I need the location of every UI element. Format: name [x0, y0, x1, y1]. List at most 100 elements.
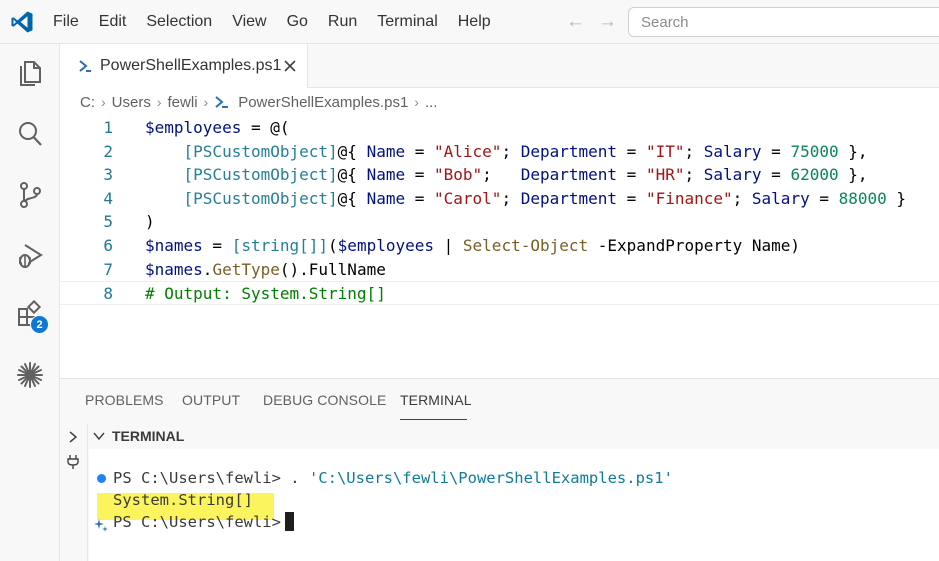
code-token: . [202, 259, 213, 279]
chevron-right-icon: › [414, 94, 419, 110]
command-center-search[interactable]: Search [628, 7, 939, 37]
code-token: @{ [337, 188, 367, 208]
tab-output[interactable]: OUTPUT [182, 392, 240, 408]
terminal-prompt: PS C:\Users\fewli> [113, 513, 281, 531]
menu-file[interactable]: File [43, 0, 89, 44]
code-token: }, [838, 141, 868, 161]
plug-icon[interactable] [66, 454, 80, 470]
terminal-line: PS C:\Users\fewli> [113, 511, 294, 533]
code-token: ; [684, 165, 704, 185]
code-line[interactable]: 6 $names = [string[]]($employees | Select… [60, 234, 939, 258]
copilot-icon[interactable] [15, 360, 45, 390]
breadcrumb: C: › Users › fewli › PowerShellExamples.… [80, 88, 437, 116]
code-text: [PSCustomObject]@{ Name = "Alice"; Depar… [145, 140, 868, 164]
terminal-output-text: System.String[] [113, 491, 253, 509]
code-token: = [405, 141, 434, 161]
chevron-right-icon[interactable] [66, 430, 80, 444]
command-decoration-dot-icon[interactable] [97, 474, 106, 483]
menu-go[interactable]: Go [277, 0, 318, 44]
code-token: ().FullName [279, 259, 386, 279]
terminal-output[interactable]: PS C:\Users\fewli> . 'C:\Users\fewli\Pow… [89, 449, 939, 561]
menu-run[interactable]: Run [318, 0, 367, 44]
breadcrumb-drive[interactable]: C: [80, 94, 95, 111]
code-line[interactable]: 5) [60, 210, 939, 234]
code-token: = [761, 165, 791, 185]
code-token: = [617, 141, 646, 161]
tab-label: PowerShellExamples.ps1 [100, 57, 282, 74]
code-line[interactable]: 7 $names.GetType().FullName [60, 258, 939, 282]
code-token: [string[]] [231, 236, 329, 255]
tab-problems[interactable]: PROBLEMS [85, 392, 164, 408]
back-arrow-icon[interactable]: ← [566, 12, 585, 32]
tab-debug-console[interactable]: DEBUG CONSOLE [263, 392, 386, 408]
search-icon[interactable] [15, 119, 45, 149]
code-token: = @( [241, 118, 290, 137]
code-token: = [761, 141, 791, 161]
code-token: Salary [703, 141, 762, 161]
menu-bar: File Edit Selection View Go Run Terminal… [43, 0, 501, 44]
code-text: $employees = @( [145, 116, 290, 140]
breadcrumb-fewli[interactable]: fewli [168, 94, 198, 111]
close-icon[interactable] [282, 58, 298, 74]
chevron-right-icon: › [156, 94, 162, 110]
code-token: Department [520, 141, 618, 161]
code-token: Name [366, 141, 406, 161]
code-token: 62000 [790, 165, 839, 185]
explorer-icon[interactable] [15, 58, 45, 88]
code-token: Name [366, 165, 406, 185]
menu-terminal[interactable]: Terminal [367, 0, 447, 44]
code-token: ( [328, 236, 338, 255]
terminal-section-header[interactable]: TERMINAL [92, 426, 184, 446]
code-line[interactable]: 3 [PSCustomObject]@{ Name = "Bob"; Depar… [60, 163, 939, 187]
line-number: 5 [103, 212, 113, 232]
code-line[interactable]: 4 [PSCustomObject]@{ Name = "Carol"; Dep… [60, 187, 939, 211]
code-token: Salary [703, 165, 762, 185]
sparkle-icon[interactable] [94, 518, 108, 532]
code-line[interactable]: 2 [PSCustomObject]@{ Name = "Alice"; Dep… [60, 140, 939, 164]
powershell-file-icon [79, 60, 91, 72]
code-token: [PSCustomObject] [183, 165, 338, 185]
forward-arrow-icon[interactable]: → [598, 12, 617, 32]
code-token: ; [482, 165, 521, 185]
code-token: "Carol" [434, 188, 502, 208]
tab-powershellexamples[interactable]: PowerShellExamples.ps1 [60, 44, 308, 88]
terminal-command-path: 'C:\Users\fewli\PowerShellExamples.ps1' [308, 469, 673, 487]
code-line[interactable]: 1 $employees = @( [60, 116, 939, 140]
run-debug-icon[interactable] [15, 241, 45, 271]
line-number: 7 [103, 259, 113, 279]
code-token: ; [501, 188, 521, 208]
vscode-logo-icon[interactable] [10, 10, 34, 34]
code-token: = [617, 165, 646, 185]
menu-edit[interactable]: Edit [89, 0, 137, 44]
extensions-badge: 2 [30, 315, 49, 334]
terminal-section-title: TERMINAL [112, 428, 185, 444]
line-number: 8 [103, 284, 113, 304]
menu-help[interactable]: Help [448, 0, 501, 44]
breadcrumb-users[interactable]: Users [112, 94, 151, 111]
code-token: [PSCustomObject] [183, 141, 338, 161]
tab-terminal[interactable]: TERMINAL [400, 392, 472, 408]
menu-selection[interactable]: Selection [136, 0, 222, 44]
code-text: # Output: System.String[] [145, 282, 386, 306]
line-number: 4 [103, 188, 113, 208]
code-token: = [202, 236, 232, 255]
code-token: = [617, 188, 646, 208]
breadcrumb-more[interactable]: ... [425, 94, 438, 111]
code-token: ) [145, 212, 155, 232]
code-line[interactable]: 8 # Output: System.String[] [60, 281, 939, 305]
code-token: | [434, 236, 463, 255]
code-token: Salary [751, 188, 810, 208]
code-token: "Finance" [645, 188, 733, 208]
code-editor[interactable]: 1 $employees = @(2 [PSCustomObject]@{ Nam… [60, 116, 939, 378]
code-token: @{ [337, 165, 367, 185]
activity-bar: 2 [0, 44, 60, 561]
breadcrumb-file[interactable]: PowerShellExamples.ps1 [238, 94, 408, 111]
code-token: $names [145, 236, 203, 255]
menu-view[interactable]: View [222, 0, 276, 44]
code-text: $names.GetType().FullName [145, 258, 386, 282]
code-text: [PSCustomObject]@{ Name = "Carol"; Depar… [145, 187, 907, 211]
terminal-line: PS C:\Users\fewli> . 'C:\Users\fewli\Pow… [113, 467, 673, 489]
source-control-icon[interactable] [15, 180, 45, 210]
